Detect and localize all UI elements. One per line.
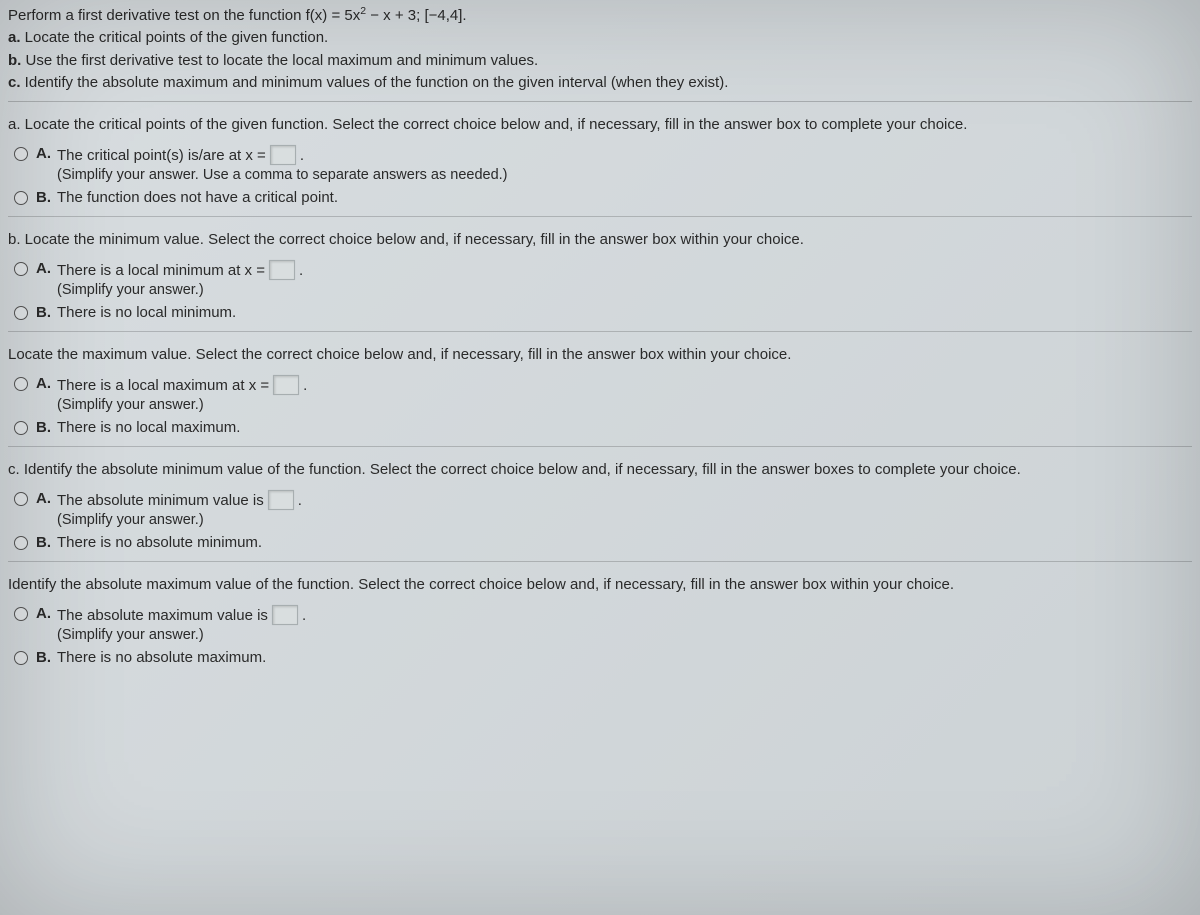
qb-min-option-a: A. There is a local minimum at x = . (Si… <box>14 260 1192 298</box>
qb-min-text-a: There is a local minimum at x = <box>57 262 265 279</box>
qc-min-radio-b[interactable] <box>14 536 28 550</box>
page-container: Perform a first derivative test on the f… <box>0 0 1200 666</box>
qc-min-label-b: B. <box>36 534 51 551</box>
qb-min-radio-b[interactable] <box>14 306 28 320</box>
qa-option-b: B. The function does not have a critical… <box>14 189 1192 206</box>
qa-body-a: The critical point(s) is/are at x = . (S… <box>57 145 508 183</box>
qb-max-options: A. There is a local maximum at x = . (Si… <box>14 375 1192 436</box>
qc-max-option-b: B. There is no absolute maximum. <box>14 649 1192 666</box>
bullet-b-text: Use the first derivative test to locate … <box>21 52 538 69</box>
divider <box>8 331 1192 332</box>
qb-max-option-a: A. There is a local maximum at x = . (Si… <box>14 375 1192 413</box>
qc-min-label-a: A. <box>36 490 51 507</box>
bullet-a: a. <box>8 29 21 46</box>
qb-min-hint-a: (Simplify your answer.) <box>57 282 303 298</box>
qc-max-text-a: The absolute maximum value is <box>57 607 268 624</box>
qa-text-a: The critical point(s) is/are at x = <box>57 147 266 164</box>
qc-max-radio-a[interactable] <box>14 607 28 621</box>
qa-radio-a[interactable] <box>14 147 28 161</box>
qc-max-label-a: A. <box>36 605 51 622</box>
problem-sub-b: b. Use the first derivative test to loca… <box>8 51 1192 71</box>
qb-max-label-a: A. <box>36 375 51 392</box>
problem-line-main: Perform a first derivative test on the f… <box>8 4 1192 26</box>
qc-min-text-b: There is no absolute minimum. <box>57 534 262 551</box>
qc-max-text-b: There is no absolute maximum. <box>57 649 266 666</box>
problem-text-pre: Perform a first derivative test on the f… <box>8 7 360 24</box>
qc-max-options: A. The absolute maximum value is . (Simp… <box>14 605 1192 666</box>
qc-max-text-a-post: . <box>302 607 306 624</box>
qb-min-options: A. There is a local minimum at x = . (Si… <box>14 260 1192 321</box>
qa-text-b: The function does not have a critical po… <box>57 189 338 206</box>
qc-min-option-b: B. There is no absolute minimum. <box>14 534 1192 551</box>
qc-max-label-b: B. <box>36 649 51 666</box>
qa-answer-input[interactable] <box>270 145 296 165</box>
qb-min-label-a: A. <box>36 260 51 277</box>
qb-min-prompt: b. Locate the minimum value. Select the … <box>8 229 1192 250</box>
qc-min-text-a: The absolute minimum value is <box>57 492 264 509</box>
bullet-a-text: Locate the critical points of the given … <box>21 29 329 46</box>
qa-text-a-post: . <box>300 147 304 164</box>
qc-max-radio-b[interactable] <box>14 651 28 665</box>
divider <box>8 446 1192 447</box>
qb-max-text-b: There is no local maximum. <box>57 419 240 436</box>
qa-radio-b[interactable] <box>14 191 28 205</box>
qb-max-label-b: B. <box>36 419 51 436</box>
qb-min-text-b: There is no local minimum. <box>57 304 236 321</box>
qb-min-label-b: B. <box>36 304 51 321</box>
qb-max-hint-a: (Simplify your answer.) <box>57 397 307 413</box>
qa-label-a: A. <box>36 145 51 162</box>
qb-max-text-a-post: . <box>303 377 307 394</box>
qc-min-text-a-post: . <box>298 492 302 509</box>
qb-max-text-a: There is a local maximum at x = <box>57 377 269 394</box>
qc-min-radio-a[interactable] <box>14 492 28 506</box>
qb-min-option-b: B. There is no local minimum. <box>14 304 1192 321</box>
qb-max-option-b: B. There is no local maximum. <box>14 419 1192 436</box>
qc-max-answer-input[interactable] <box>272 605 298 625</box>
qb-max-prompt: Locate the maximum value. Select the cor… <box>8 344 1192 365</box>
qa-options: A. The critical point(s) is/are at x = .… <box>14 145 1192 206</box>
divider <box>8 561 1192 562</box>
qc-min-prompt: c. Identify the absolute minimum value o… <box>8 459 1192 480</box>
problem-text-post: − x + 3; [−4,4]. <box>366 7 466 24</box>
qb-min-radio-a[interactable] <box>14 262 28 276</box>
divider <box>8 216 1192 217</box>
qc-max-option-a: A. The absolute maximum value is . (Simp… <box>14 605 1192 643</box>
qa-label-b: B. <box>36 189 51 206</box>
qc-min-option-a: A. The absolute minimum value is . (Simp… <box>14 490 1192 528</box>
qa-option-a: A. The critical point(s) is/are at x = .… <box>14 145 1192 183</box>
qb-max-radio-a[interactable] <box>14 377 28 391</box>
qb-min-text-a-post: . <box>299 262 303 279</box>
problem-sub-c: c. Identify the absolute maximum and min… <box>8 73 1192 93</box>
bullet-b: b. <box>8 52 21 69</box>
problem-sub-a: a. Locate the critical points of the giv… <box>8 28 1192 48</box>
qb-max-radio-b[interactable] <box>14 421 28 435</box>
qc-max-prompt: Identify the absolute maximum value of t… <box>8 574 1192 595</box>
qc-min-hint-a: (Simplify your answer.) <box>57 512 302 528</box>
qb-max-answer-input[interactable] <box>273 375 299 395</box>
qc-min-options: A. The absolute minimum value is . (Simp… <box>14 490 1192 551</box>
qb-min-answer-input[interactable] <box>269 260 295 280</box>
problem-statement: Perform a first derivative test on the f… <box>8 4 1192 102</box>
bullet-c-text: Identify the absolute maximum and minimu… <box>21 74 729 91</box>
qc-min-answer-input[interactable] <box>268 490 294 510</box>
bullet-c: c. <box>8 74 21 91</box>
qa-prompt: a. Locate the critical points of the giv… <box>8 114 1192 135</box>
qc-max-hint-a: (Simplify your answer.) <box>57 627 306 643</box>
qa-hint-a: (Simplify your answer. Use a comma to se… <box>57 167 508 183</box>
